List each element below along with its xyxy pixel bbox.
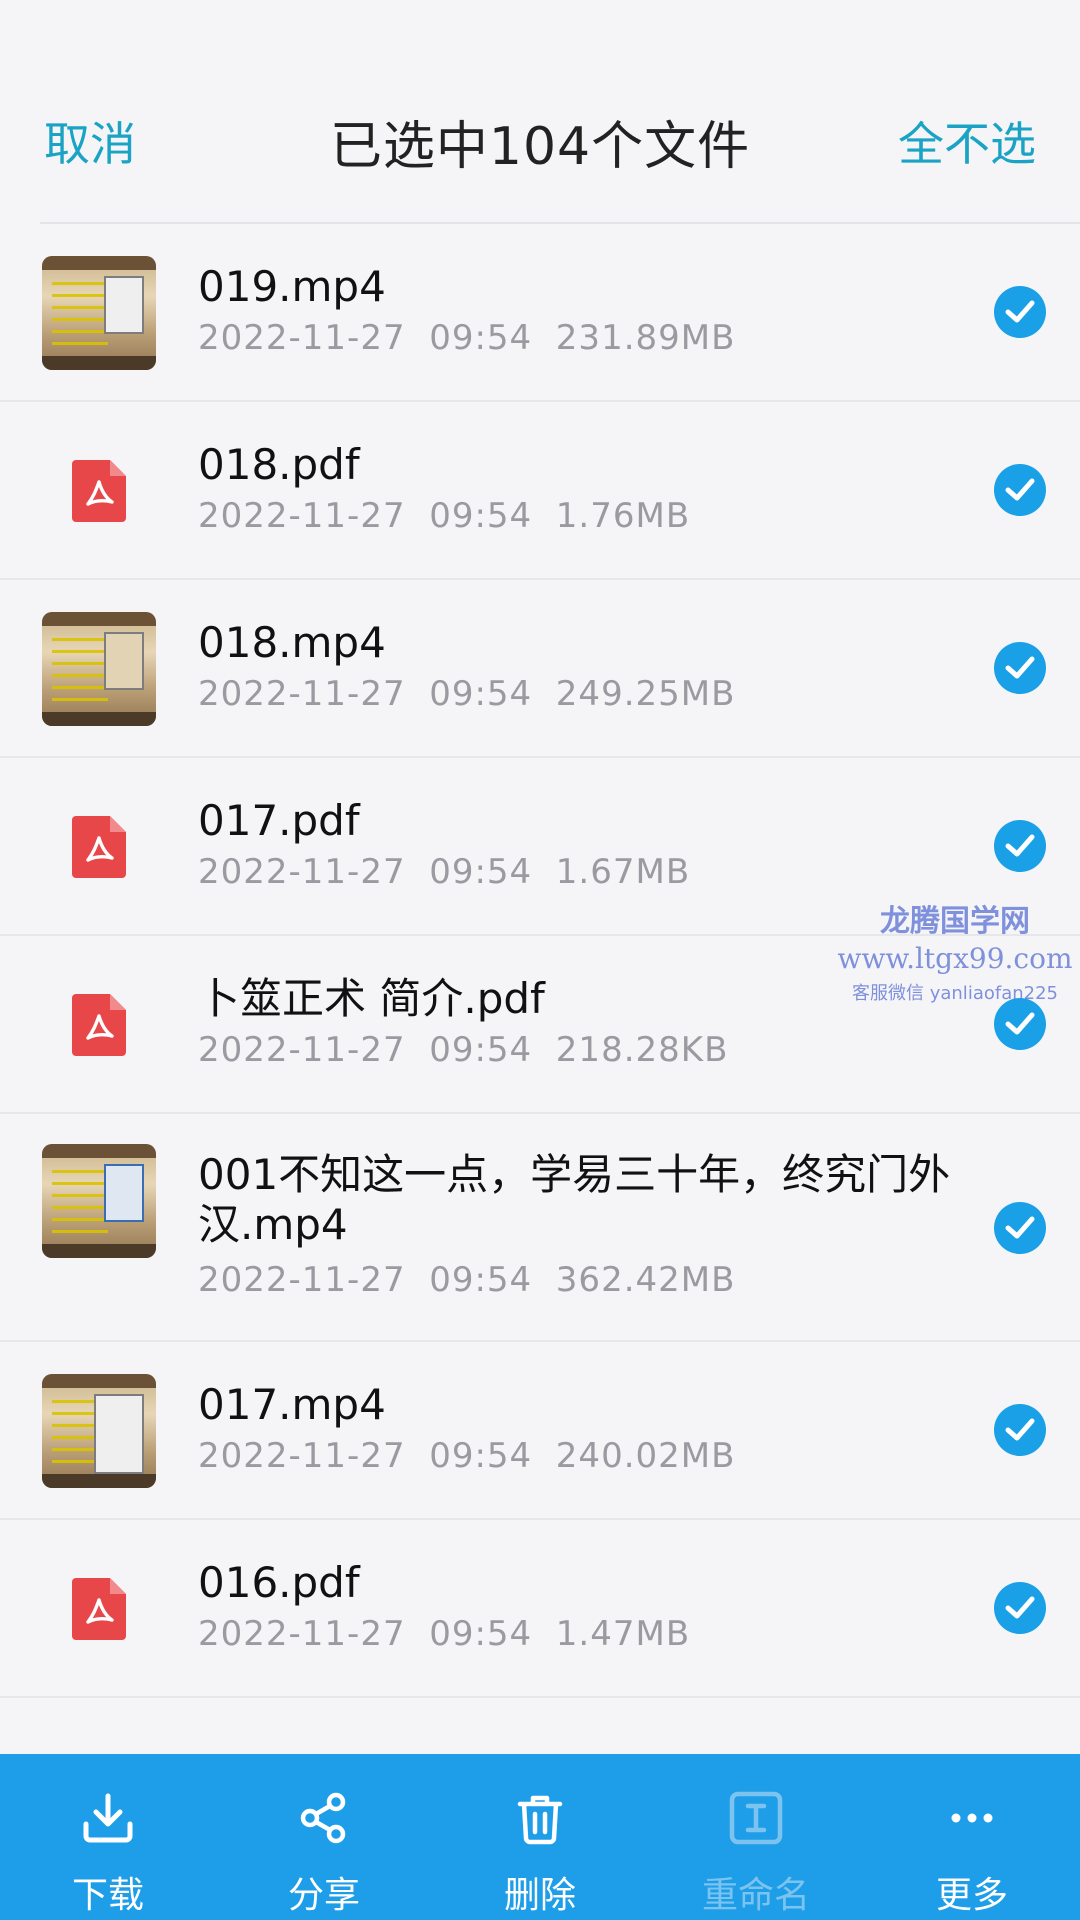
more-button[interactable]: 更多 xyxy=(864,1754,1080,1920)
file-meta: 2022-11-27 09:54 231.89MB xyxy=(198,318,736,358)
rename-label: 重命名 xyxy=(701,1875,810,1916)
pdf-file-icon xyxy=(72,816,126,878)
share-button[interactable]: 分享 xyxy=(216,1754,432,1920)
selected-check-icon[interactable] xyxy=(994,1404,1046,1456)
rename-icon xyxy=(729,1791,783,1845)
download-label: 下载 xyxy=(71,1875,144,1916)
download-icon xyxy=(83,1793,133,1843)
file-meta: 2022-11-27 09:54 1.67MB xyxy=(198,852,691,892)
list-item[interactable]: 001不知这一点，学易三十年，终究门外汉.mp4 2022-11-27 09:5… xyxy=(0,1114,1080,1342)
file-meta: 2022-11-27 09:54 362.42MB xyxy=(198,1260,736,1300)
file-meta: 2022-11-27 09:54 218.28KB xyxy=(198,1030,729,1070)
video-thumbnail xyxy=(42,1374,156,1488)
share-icon xyxy=(300,1792,346,1844)
file-meta: 2022-11-27 09:54 1.47MB xyxy=(198,1614,691,1654)
list-item[interactable]: 017.mp4 2022-11-27 09:54 240.02MB xyxy=(0,1342,1080,1520)
list-item[interactable]: 卜筮正术 简介.pdf 2022-11-27 09:54 218.28KB xyxy=(0,936,1080,1114)
file-selection-screen: 取消 已选中104个文件 全不选 019.mp4 2022-11-27 09:5… xyxy=(0,0,1080,1920)
list-item[interactable]: 016.pdf 2022-11-27 09:54 1.47MB xyxy=(0,1520,1080,1698)
video-thumbnail xyxy=(42,256,156,370)
pdf-file-icon xyxy=(72,460,126,522)
selection-header: 取消 已选中104个文件 全不选 xyxy=(0,0,1080,220)
selected-check-icon[interactable] xyxy=(994,464,1046,516)
file-meta: 2022-11-27 09:54 240.02MB xyxy=(198,1436,736,1476)
selected-check-icon[interactable] xyxy=(994,820,1046,872)
file-list: 019.mp4 2022-11-27 09:54 231.89MB 018.pd… xyxy=(0,224,1080,1698)
list-item[interactable]: 018.pdf 2022-11-27 09:54 1.76MB xyxy=(0,402,1080,580)
more-label: 更多 xyxy=(935,1875,1008,1916)
file-meta: 2022-11-27 09:54 1.76MB xyxy=(198,496,691,536)
more-icon xyxy=(951,1813,993,1823)
file-name: 017.mp4 xyxy=(198,1380,386,1429)
trash-icon xyxy=(517,1795,563,1845)
selected-check-icon[interactable] xyxy=(994,642,1046,694)
selected-check-icon[interactable] xyxy=(994,998,1046,1050)
file-meta: 2022-11-27 09:54 249.25MB xyxy=(198,674,736,714)
selected-check-icon[interactable] xyxy=(994,1582,1046,1634)
list-item[interactable]: 019.mp4 2022-11-27 09:54 231.89MB xyxy=(0,224,1080,402)
selected-check-icon[interactable] xyxy=(994,1202,1046,1254)
video-thumbnail xyxy=(42,612,156,726)
pdf-file-icon xyxy=(72,1578,126,1640)
file-name: 018.pdf xyxy=(198,440,360,489)
delete-label: 删除 xyxy=(503,1875,576,1916)
rename-button[interactable]: 重命名 xyxy=(648,1754,864,1920)
file-name: 019.mp4 xyxy=(198,262,386,311)
file-name: 018.mp4 xyxy=(198,618,386,667)
file-name: 016.pdf xyxy=(198,1558,360,1607)
video-thumbnail xyxy=(42,1144,156,1258)
bottom-toolbar: 下载 分享 删除 重命名 更多 xyxy=(0,1754,1080,1920)
download-button[interactable]: 下载 xyxy=(0,1754,216,1920)
list-item[interactable]: 018.mp4 2022-11-27 09:54 249.25MB xyxy=(0,580,1080,758)
share-label: 分享 xyxy=(287,1875,360,1916)
pdf-file-icon xyxy=(72,994,126,1056)
list-item[interactable]: 017.pdf 2022-11-27 09:54 1.67MB xyxy=(0,758,1080,936)
file-name: 卜筮正术 简介.pdf xyxy=(198,974,545,1023)
delete-button[interactable]: 删除 xyxy=(432,1754,648,1920)
selected-check-icon[interactable] xyxy=(994,286,1046,338)
file-name: 017.pdf xyxy=(198,796,360,845)
deselect-all-button[interactable]: 全不选 xyxy=(898,108,1036,174)
file-name: 001不知这一点，学易三十年，终究门外汉.mp4 xyxy=(198,1150,951,1249)
